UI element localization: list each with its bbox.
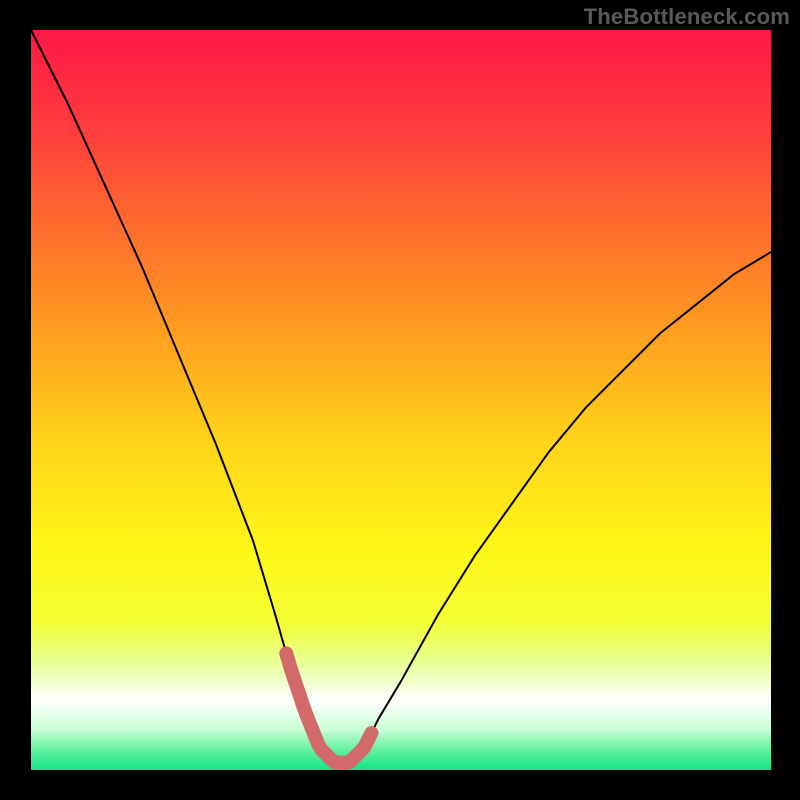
bottleneck-chart — [0, 0, 800, 800]
plot-background — [31, 30, 771, 770]
chart-frame: TheBottleneck.com — [0, 0, 800, 800]
